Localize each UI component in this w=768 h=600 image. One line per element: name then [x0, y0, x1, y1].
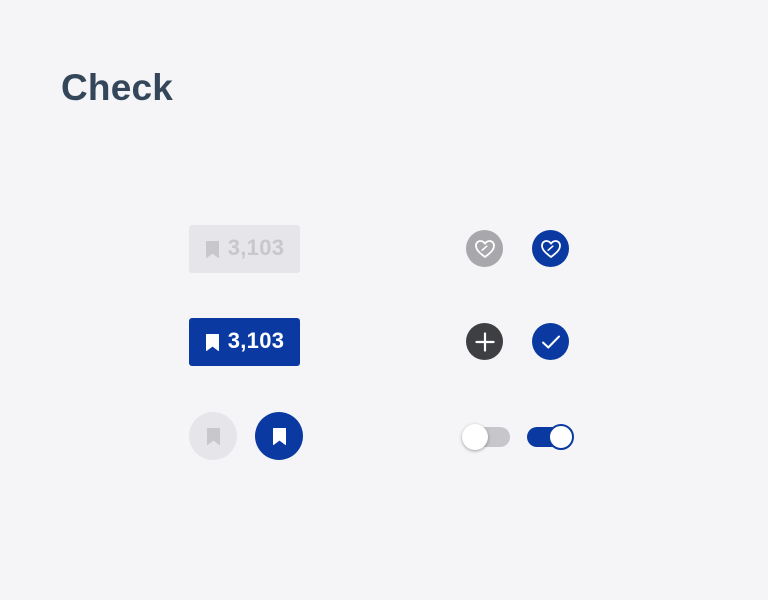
bookmark-icon [272, 427, 287, 446]
check-button[interactable] [532, 323, 569, 360]
bookmark-count-button-inactive[interactable]: 3,103 [189, 225, 300, 273]
like-button-active[interactable] [532, 230, 569, 267]
toggle-switch-on[interactable] [526, 423, 574, 451]
like-button-inactive[interactable] [466, 230, 503, 267]
bookmark-icon [205, 240, 220, 259]
toggle-knob [548, 424, 574, 450]
bookmark-button-inactive[interactable] [189, 412, 237, 460]
plus-icon [474, 331, 495, 352]
bookmark-icon [205, 333, 220, 352]
heart-icon [474, 239, 496, 259]
toggle-knob [462, 424, 488, 450]
bookmark-count-button-active[interactable]: 3,103 [189, 318, 300, 366]
heart-icon [540, 239, 562, 259]
bookmark-count: 3,103 [227, 235, 285, 260]
bookmark-button-active[interactable] [255, 412, 303, 460]
page-title: Check [61, 67, 174, 108]
bookmark-count: 3,103 [227, 328, 285, 353]
bookmark-icon [206, 427, 221, 446]
check-icon [541, 334, 561, 350]
add-button[interactable] [466, 323, 503, 360]
toggle-switch-off[interactable] [462, 423, 510, 451]
